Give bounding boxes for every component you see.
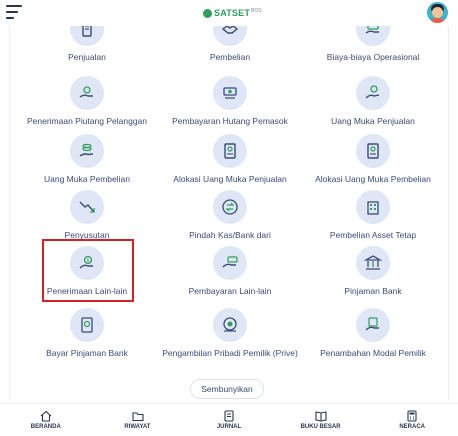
menu-item-label: Alokasi Uang Muka Penjualan <box>173 174 287 184</box>
logo-text: SATSET <box>214 8 251 18</box>
menu-item-label: Pembelian Asset Tetap <box>329 230 417 240</box>
nav-beranda[interactable]: BERANDA <box>0 404 92 436</box>
menu-item-penerimaan-piutang-pelanggan[interactable]: Penerimaan Piutang Pelanggan <box>14 76 160 140</box>
owner-withdraw-icon <box>213 308 247 342</box>
svg-text:$: $ <box>86 258 89 264</box>
hide-button[interactable]: Sembunyikan <box>190 379 264 399</box>
nav-label: JURNAL <box>216 424 242 430</box>
top-bar: SATSET BOS <box>0 0 458 26</box>
nav-jurnal[interactable]: JURNAL <box>183 404 275 436</box>
logo-sup: BOS <box>251 7 262 14</box>
coin-hand-icon <box>356 76 390 110</box>
menu-item-biaya-biaya-operasional[interactable]: Biaya-biaya Operasional <box>300 26 446 76</box>
capital-add-icon <box>356 308 390 342</box>
hamburger-menu-icon[interactable] <box>6 5 22 19</box>
menu-item-penjualan[interactable]: Penjualan <box>14 26 160 76</box>
cash-receive-icon <box>70 76 104 110</box>
coin-stack-hand-icon <box>70 134 104 168</box>
nav-riwayat[interactable]: RIWAYAT <box>92 404 184 436</box>
nav-label: BERANDA <box>30 424 61 430</box>
menu-item-alokasi-uang-muka-pembelian[interactable]: Alokasi Uang Muka Pembelian <box>300 134 446 198</box>
cash-pay-icon <box>213 76 247 110</box>
depreciation-icon <box>70 190 104 224</box>
menu-item-pembayaran-hutang-pemasok[interactable]: Pembayaran Hutang Pemasok <box>157 76 303 140</box>
menu-item-label: Penerimaan Lain-lain <box>46 286 128 296</box>
menu-item-label: Alokasi Uang Muka Pembelian <box>315 174 431 184</box>
menu-item-alokasi-uang-muka-penjualan[interactable]: Alokasi Uang Muka Penjualan <box>157 134 303 198</box>
menu-item-pinjaman-bank[interactable]: Pinjaman Bank <box>300 246 446 310</box>
menu-item-label: Pembayaran Hutang Pemasok <box>172 116 288 126</box>
money-hand-icon <box>356 26 390 46</box>
menu-item-pindah-kas-bank-dari[interactable]: Pindah Kas/Bank dari <box>157 190 303 254</box>
menu-item-uang-muka-pembelian[interactable]: Uang Muka Pembelian <box>14 134 160 198</box>
menu-item-label: Penjualan <box>68 52 106 62</box>
bank-doc-icon <box>70 308 104 342</box>
menu-item-bayar-pinjaman-bank[interactable]: Bayar Pinjaman Bank <box>14 308 160 372</box>
menu-item-penyusutan[interactable]: Penyusutan <box>14 190 160 254</box>
menu-item-label: Pindah Kas/Bank dari <box>189 230 271 240</box>
menu-item-label: Pembayaran Lain-lain <box>188 286 272 296</box>
bank-icon <box>356 246 390 280</box>
menu-item-penerimaan-lain-lain[interactable]: $ Penerimaan Lain-lain <box>14 246 160 310</box>
menu-item-pengambilan-pribadi-pemilik-prive[interactable]: Pengambilan Pribadi Pemilik (Prive) <box>157 308 303 372</box>
menu-item-label: Penerimaan Piutang Pelanggan <box>26 116 148 126</box>
building-icon <box>356 190 390 224</box>
book-icon <box>315 409 327 422</box>
bottom-navigation: BERANDA RIWAYAT JURNAL BUKU BESAR NERACA <box>0 403 458 436</box>
menu-item-label: Bayar Pinjaman Bank <box>46 348 128 358</box>
handshake-icon <box>213 26 247 46</box>
calculator-icon <box>406 409 418 422</box>
menu-item-label: Pinjaman Bank <box>344 286 402 296</box>
menu-item-label: Biaya-biaya Operasional <box>326 52 420 62</box>
folder-icon <box>132 409 144 422</box>
transaction-menu-panel: Penjualan Pembelian Biaya-biaya Operasiona… <box>9 26 449 400</box>
transfer-icon <box>213 190 247 224</box>
app-logo: SATSET BOS <box>203 5 262 21</box>
menu-item-label: Uang Muka Pembelian <box>44 174 130 184</box>
document-alloc-icon <box>213 134 247 168</box>
menu-item-penambahan-modal-pemilik[interactable]: Penambahan Modal Pemilik <box>300 308 446 372</box>
avatar[interactable] <box>427 2 448 23</box>
nav-label: RIWAYAT <box>124 424 151 430</box>
cash-give-icon <box>213 246 247 280</box>
menu-item-label: Uang Muka Penjualan <box>331 116 415 126</box>
journal-icon <box>223 409 235 422</box>
menu-item-label: Pengambilan Pribadi Pemilik (Prive) <box>162 348 298 358</box>
menu-item-label: Penambahan Modal Pemilik <box>320 348 426 358</box>
menu-item-label: Penyusutan <box>64 230 110 240</box>
nav-buku-besar[interactable]: BUKU BESAR <box>275 404 367 436</box>
nav-label: BUKU BESAR <box>300 424 341 430</box>
receipt-icon <box>70 26 104 46</box>
menu-item-pembayaran-lain-lain[interactable]: Pembayaran Lain-lain <box>157 246 303 310</box>
menu-item-uang-muka-penjualan[interactable]: Uang Muka Penjualan <box>300 76 446 140</box>
home-icon <box>40 409 52 422</box>
document-alloc-icon <box>356 134 390 168</box>
nav-label: NERACA <box>399 424 425 430</box>
menu-item-pembelian-asset-tetap[interactable]: Pembelian Asset Tetap <box>300 190 446 254</box>
dollar-hand-icon: $ <box>70 246 104 280</box>
menu-item-label: Pembelian <box>209 52 251 62</box>
nav-neraca[interactable]: NERACA <box>366 404 458 436</box>
menu-item-pembelian[interactable]: Pembelian <box>157 26 303 76</box>
